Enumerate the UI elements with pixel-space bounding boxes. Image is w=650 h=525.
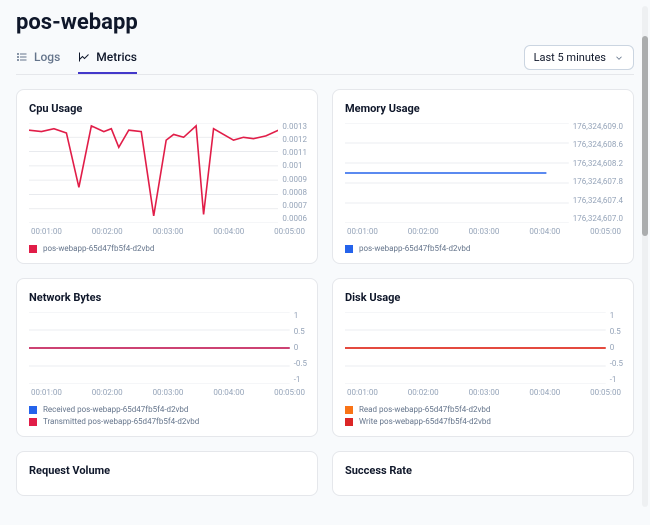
swatch-red [29,245,37,253]
cpu-legend: pos-webapp-65d47fb5f4-d2vbd [29,244,307,253]
legend-item: pos-webapp-65d47fb5f4-d2vbd [345,244,623,253]
tab-metrics-label: Metrics [96,50,137,64]
card-success-rate: Success Rate [332,451,634,496]
network-yaxis: 10.50-0.5-1 [290,312,307,384]
card-cpu-usage: Cpu Usage 0.00130.00120.00110.0010.00090… [16,89,318,264]
legend-item: Write pos-webapp-65d47fb5f4-d2vbd [345,417,623,426]
timerange-value: Last 5 minutes [534,51,606,64]
scrollbar-track[interactable] [642,6,648,507]
swatch-blue [345,245,353,253]
tab-logs-label: Logs [34,50,60,64]
chart-icon [78,51,90,63]
metrics-scroll-area[interactable]: Cpu Usage 0.00130.00120.00110.0010.00090… [16,75,634,525]
card-network-title: Network Bytes [29,291,307,304]
legend-item: Received pos-webapp-65d47fb5f4-d2vbd [29,405,307,414]
disk-legend: Read pos-webapp-65d47fb5f4-d2vbd Write p… [345,405,623,426]
legend-item: pos-webapp-65d47fb5f4-d2vbd [29,244,307,253]
card-memory-usage: Memory Usage 176,324,609.0176,324,608.61… [332,89,634,264]
legend-label: Read pos-webapp-65d47fb5f4-d2vbd [359,405,490,414]
legend-label: Write pos-webapp-65d47fb5f4-d2vbd [359,417,491,426]
swatch-red [29,418,37,426]
network-legend: Received pos-webapp-65d47fb5f4-d2vbd Tra… [29,405,307,426]
card-success-title: Success Rate [345,464,623,477]
disk-chart [345,312,606,384]
chevron-down-icon [614,53,624,63]
legend-label: Transmitted pos-webapp-65d47fb5f4-d2vbd [43,417,199,426]
swatch-orange [345,406,353,414]
tabs-row: Logs Metrics Last 5 minutes [16,45,634,75]
legend-label: pos-webapp-65d47fb5f4-d2vbd [359,244,470,253]
legend-item: Transmitted pos-webapp-65d47fb5f4-d2vbd [29,417,307,426]
swatch-blue [29,406,37,414]
network-xaxis: 00:01:0000:02:0000:03:0000:04:0000:05:00 [29,384,307,397]
page-title: pos-webapp [16,6,634,45]
scrollbar-thumb[interactable] [642,36,648,236]
legend-label: pos-webapp-65d47fb5f4-d2vbd [43,244,154,253]
cpu-xaxis: 00:01:0000:02:0000:03:0000:04:0000:05:00 [29,223,307,236]
disk-yaxis: 10.50-0.5-1 [606,312,623,384]
card-request-title: Request Volume [29,464,307,477]
legend-label: Received pos-webapp-65d47fb5f4-d2vbd [43,405,188,414]
card-disk-title: Disk Usage [345,291,623,304]
card-memory-title: Memory Usage [345,102,623,115]
tab-metrics[interactable]: Metrics [78,46,137,74]
memory-yaxis: 176,324,609.0176,324,608.6176,324,608.21… [569,123,623,223]
card-request-volume: Request Volume [16,451,318,496]
swatch-red [345,418,353,426]
memory-legend: pos-webapp-65d47fb5f4-d2vbd [345,244,623,253]
card-cpu-title: Cpu Usage [29,102,307,115]
legend-item: Read pos-webapp-65d47fb5f4-d2vbd [345,405,623,414]
card-network-bytes: Network Bytes 10.50-0.5-1 00:01:0000:02:… [16,278,318,437]
tab-logs[interactable]: Logs [16,46,60,74]
cpu-yaxis: 0.00130.00120.00110.0010.00090.00080.000… [278,123,307,223]
timerange-dropdown[interactable]: Last 5 minutes [524,45,634,70]
network-chart [29,312,290,384]
disk-xaxis: 00:01:0000:02:0000:03:0000:04:0000:05:00 [345,384,623,397]
memory-chart [345,123,569,223]
cpu-chart [29,123,278,223]
list-icon [16,51,28,63]
memory-xaxis: 00:01:0000:02:0000:03:0000:04:0000:05:00 [345,223,623,236]
card-disk-usage: Disk Usage 10.50-0.5-1 00:01:0000:02:000… [332,278,634,437]
